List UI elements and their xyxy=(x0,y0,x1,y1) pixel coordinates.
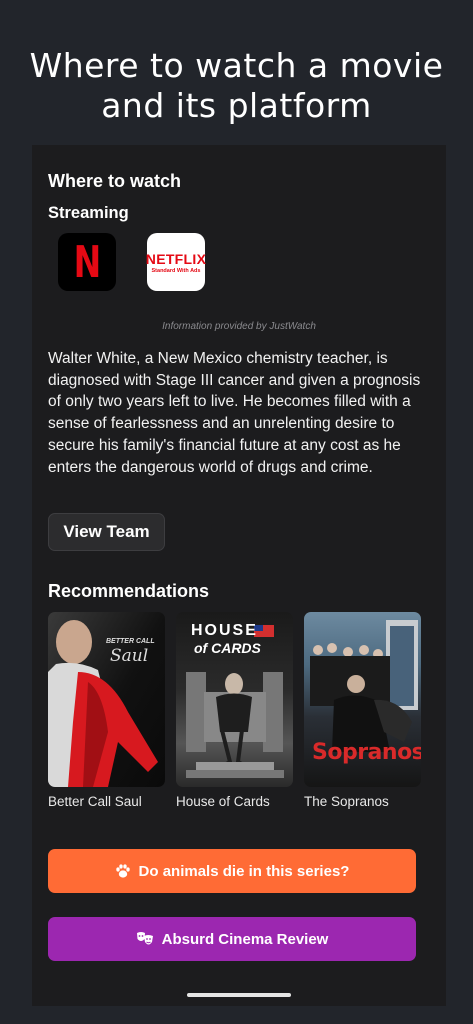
absurd-cinema-review-label: Absurd Cinema Review xyxy=(161,930,329,948)
recommendation-card[interactable]: Sopranos The Sopranos xyxy=(304,612,421,809)
theater-masks-icon xyxy=(136,932,153,945)
home-indicator[interactable] xyxy=(187,993,291,997)
house-of-cards-poster[interactable]: HOUSE of CARDS xyxy=(176,612,293,787)
sopranos-poster-text: Sopranos xyxy=(312,740,421,765)
netflix-logo-letter: N xyxy=(73,236,101,288)
recommendation-card[interactable]: BETTER CALL Saul Better Call Saul xyxy=(48,612,165,809)
netflix-ads-wordmark: NETFLIX xyxy=(145,250,207,267)
better-call-saul-poster[interactable]: BETTER CALL Saul xyxy=(48,612,165,787)
house-of-cards-poster-text: HOUSE xyxy=(191,622,258,639)
recommendation-title: The Sopranos xyxy=(304,794,389,809)
netflix-ads-subtext: Standard With Ads xyxy=(151,267,201,274)
absurd-cinema-review-button[interactable]: Absurd Cinema Review xyxy=(48,917,416,961)
better-call-saul-poster-text: BETTER CALL xyxy=(106,638,155,645)
details-card: Where to watch Streaming N NETFLIX Stand… xyxy=(32,145,446,1006)
streaming-heading: Streaming xyxy=(48,204,129,222)
attribution-text: Information provided by JustWatch xyxy=(162,321,316,332)
sopranos-poster[interactable]: Sopranos xyxy=(304,612,421,787)
plot-description: Walter White, a New Mexico chemistry tea… xyxy=(48,350,421,476)
netflix-ads-icon[interactable]: NETFLIX Standard With Ads xyxy=(145,233,207,291)
recommendation-card[interactable]: HOUSE of CARDS House of Cards xyxy=(176,612,293,809)
animals-die-label: Do animals die in this series? xyxy=(138,862,350,880)
recommendation-title: Better Call Saul xyxy=(48,794,142,809)
animals-die-button[interactable]: Do animals die in this series? xyxy=(48,849,416,893)
better-call-saul-poster-logo: Saul xyxy=(110,646,149,666)
page-title-line2: and its platform xyxy=(101,86,372,125)
page-title: Where to watch a movie and its platform xyxy=(0,46,473,126)
house-of-cards-poster-subtext: of CARDS xyxy=(194,640,261,656)
paw-icon xyxy=(115,864,130,878)
recommendations-heading: Recommendations xyxy=(48,581,210,601)
where-to-watch-heading: Where to watch xyxy=(48,171,182,191)
page-title-line1: Where to watch a movie xyxy=(29,46,444,85)
recommendation-title: House of Cards xyxy=(176,794,270,809)
netflix-icon[interactable]: N xyxy=(58,233,116,291)
view-team-button[interactable]: View Team xyxy=(48,513,165,551)
